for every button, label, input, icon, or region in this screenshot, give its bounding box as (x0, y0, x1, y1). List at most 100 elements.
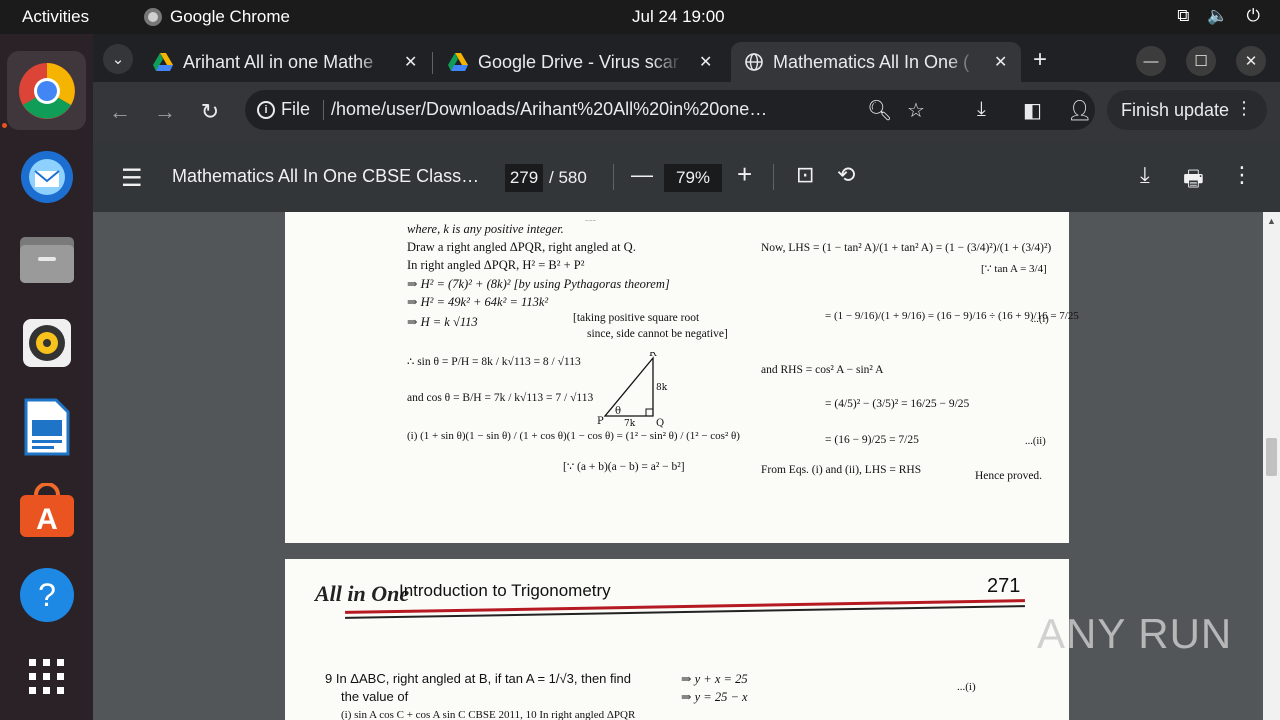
scheme-label: File (281, 99, 311, 119)
dock-help[interactable]: ? (7, 555, 86, 634)
zoom-icon[interactable]: 🔍︎ (867, 98, 892, 123)
download-icon[interactable]: ⤓ (977, 98, 986, 121)
folder-icon (19, 236, 74, 283)
menu-icon[interactable]: ☰ (121, 164, 143, 193)
forward-button[interactable]: → (150, 97, 180, 127)
allinone-logo: All in One (315, 581, 410, 606)
formula-note: [∵ tan A = 3/4] (981, 263, 1047, 275)
arrow-left-icon: ← (109, 99, 131, 124)
minimize-button[interactable]: — (1136, 46, 1166, 76)
clock[interactable]: Jul 24 19:00 (632, 7, 725, 27)
finish-update-button[interactable]: Finish update ⋮ (1107, 90, 1267, 130)
dock-chrome[interactable] (7, 51, 86, 130)
zoom-input[interactable]: 79% (664, 164, 722, 192)
pdf-toolbar: ☰ Mathematics All In One CBSE Class 1...… (93, 142, 1280, 212)
vertex-label-p: P (597, 416, 604, 427)
address-bar[interactable]: i File /home/user/Downloads/Arihant%20Al… (245, 90, 1095, 130)
text-line: since, side cannot be negative] (587, 328, 728, 340)
tab-strip: ⌄ Arihant All in one Mathe ✕ Google Driv… (93, 34, 1280, 82)
equation-ref: ...(i) (1031, 314, 1049, 325)
text-line: [taking positive square root (573, 312, 700, 324)
reload-button[interactable]: ↻ (195, 97, 225, 127)
anyrun-watermark: ANY RUN (1037, 610, 1232, 658)
tab-search-button[interactable]: ⌄ (103, 44, 133, 74)
close-icon[interactable]: ✕ (994, 52, 1007, 72)
google-drive-icon (153, 53, 173, 71)
app-center-icon: A (19, 482, 74, 537)
formula-line: and RHS = cos² A − sin² A (761, 364, 884, 376)
divider (613, 164, 614, 190)
more-icon[interactable]: ⋮ (1231, 162, 1253, 188)
info-icon: i (257, 100, 275, 119)
system-tray[interactable]: ⧉ 🔈 ⏻ (1177, 6, 1260, 26)
star-icon[interactable]: ☆ (907, 98, 925, 123)
svg-text:A: A (36, 503, 58, 536)
close-window-button[interactable]: ✕ (1236, 46, 1266, 76)
running-indicator (2, 123, 7, 128)
vertex-label-q: Q (656, 418, 664, 428)
profile-icon[interactable]: 👤︎ (1067, 98, 1092, 123)
formula-line: ⇒ y = 25 − x (681, 690, 748, 704)
watermark-text: ANY RUN (1037, 610, 1233, 657)
back-button[interactable]: ← (105, 97, 135, 127)
divider (323, 100, 324, 120)
chrome-icon (18, 62, 75, 119)
equation-ref: ...(i) (957, 681, 976, 693)
tab-2[interactable]: Google Drive - Virus scar ✕ (434, 42, 726, 82)
bleed-text: --- (585, 214, 596, 226)
side-panel-icon[interactable]: ◧ (1023, 98, 1042, 123)
dock-writer[interactable] (7, 387, 86, 466)
tab-title: Arihant All in one Mathe (183, 51, 374, 72)
print-icon[interactable]: 🖶 (1183, 162, 1204, 200)
zoom-in-icon[interactable]: + (737, 159, 752, 190)
zoom-out-icon[interactable]: — (631, 162, 653, 188)
question-9-cont: the value of (341, 689, 409, 704)
formula-line: = (16 − 9)/25 = 7/25 (825, 434, 919, 446)
dock-files[interactable] (7, 219, 86, 298)
divider (773, 164, 774, 190)
app-menu[interactable]: Google Chrome (144, 7, 290, 27)
formula-line: ⇒ y + x = 25 (681, 672, 748, 686)
activities-button[interactable]: Activities (22, 7, 89, 27)
finish-update-label: Finish update (1121, 99, 1230, 120)
new-tab-button[interactable]: + (1033, 46, 1047, 74)
dock-show-apps[interactable] (7, 637, 86, 716)
triangle-figure: R Q P θ 7k 8k (597, 352, 668, 428)
text-line: Hence proved. (975, 470, 1043, 482)
dock: A ? (0, 34, 93, 720)
scroll-up-icon[interactable]: ▲ (1267, 216, 1276, 226)
pdf-scrollbar[interactable]: ▲ (1263, 212, 1280, 720)
site-info-button[interactable]: i File (257, 99, 310, 120)
tab-divider (432, 52, 433, 74)
close-icon[interactable]: ✕ (699, 52, 712, 72)
pdf-title: Mathematics All In One CBSE Class 1... (172, 166, 482, 186)
document-icon (24, 398, 69, 455)
dock-rhythmbox[interactable] (7, 303, 86, 382)
arrow-right-icon: → (154, 99, 176, 124)
google-drive-icon (448, 53, 468, 71)
tab-3-active[interactable]: Mathematics All In One ( ✕ (731, 42, 1022, 82)
more-icon[interactable]: ⋮ (1235, 98, 1253, 119)
page-number-input[interactable]: 279 (505, 164, 543, 192)
tab-title: Mathematics All In One ( (773, 51, 970, 72)
maximize-button[interactable]: ☐ (1186, 46, 1216, 76)
url-text[interactable]: /home/user/Downloads/Arihant%20All%20in%… (331, 99, 771, 120)
thunderbird-icon (20, 150, 73, 203)
volume-icon: 🔈 (1207, 6, 1229, 25)
page-total: / 580 (549, 168, 587, 187)
equation-ref: ...(ii) (1025, 436, 1046, 447)
power-icon: ⏻ (1246, 6, 1260, 25)
page-number: 271 (987, 575, 1021, 597)
close-icon[interactable]: ✕ (404, 52, 417, 72)
rotate-icon[interactable]: ⟲ (837, 162, 855, 188)
plus-icon: + (1033, 46, 1048, 73)
tab-1[interactable]: Arihant All in one Mathe ✕ (139, 42, 431, 82)
dock-thunderbird[interactable] (7, 135, 86, 214)
download-icon[interactable]: ⤓ (1140, 162, 1150, 188)
fit-page-icon[interactable]: ⊡ (796, 162, 814, 188)
dock-app-center[interactable]: A (7, 471, 86, 550)
maximize-icon: ☐ (1194, 53, 1208, 70)
scrollbar-thumb[interactable] (1266, 438, 1277, 476)
text-line: In right angled ΔPQR, H² = B² + P² (407, 258, 585, 272)
formula-note: [∵ (a + b)(a − b) = a² − b²] (563, 461, 685, 473)
